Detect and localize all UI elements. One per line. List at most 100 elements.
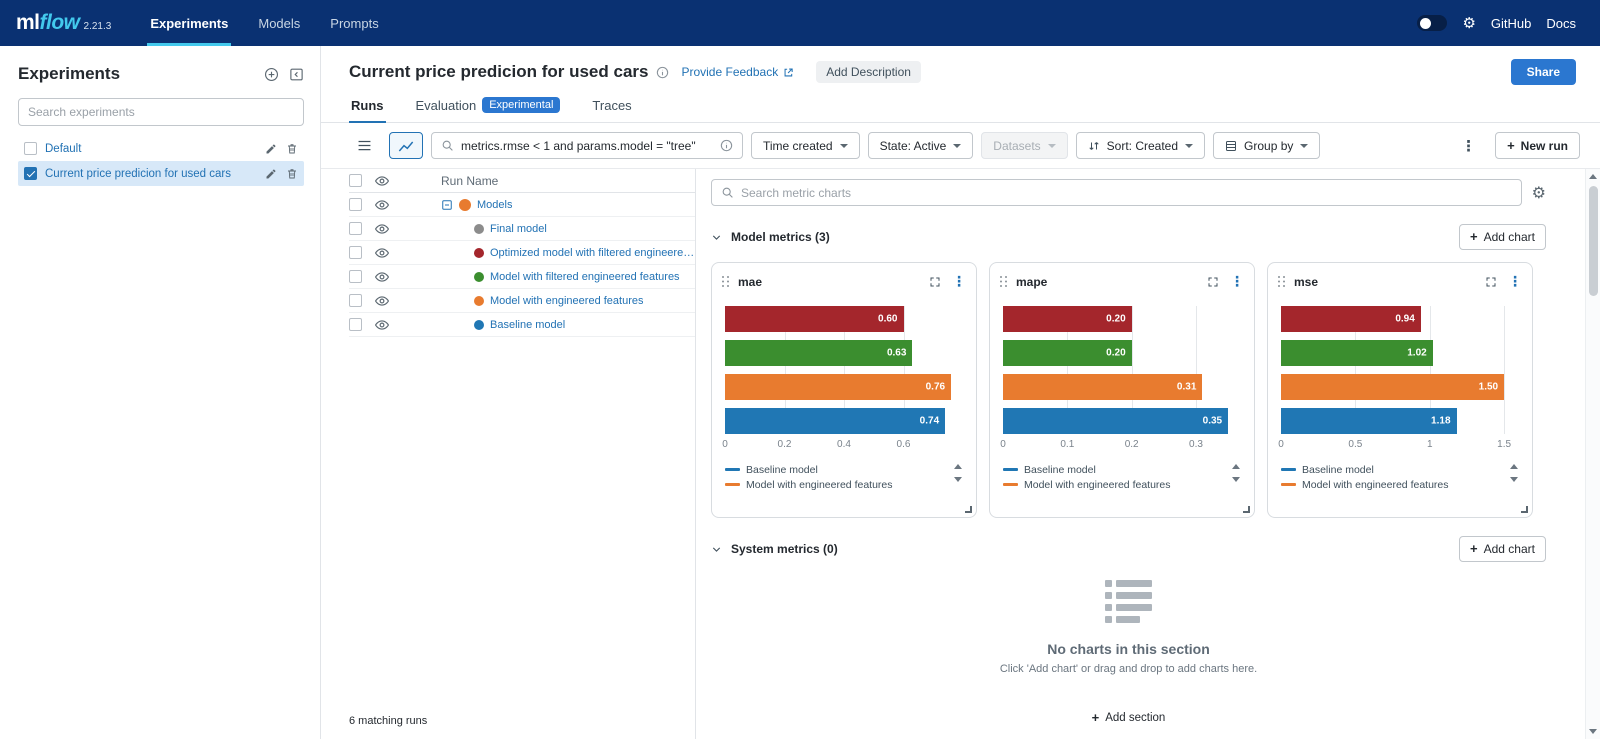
add-chart-button[interactable]: Add chart	[1459, 224, 1546, 250]
rename-experiment-icon[interactable]	[265, 143, 277, 155]
run-name-link[interactable]: Baseline model	[490, 319, 565, 331]
legend-item[interactable]: Model with engineered features	[725, 477, 947, 492]
legend-scroll-up-icon[interactable]	[1510, 464, 1518, 469]
visibility-eye-icon[interactable]	[375, 223, 389, 235]
run-name-link[interactable]: Models	[477, 199, 512, 211]
resize-handle[interactable]	[1243, 506, 1250, 513]
vertical-scrollbar[interactable]	[1585, 169, 1600, 739]
experiment-item-default[interactable]: Default	[18, 136, 304, 161]
fullscreen-icon[interactable]	[929, 276, 941, 288]
drag-handle-icon[interactable]	[1000, 276, 1008, 288]
scrollbar-thumb[interactable]	[1589, 186, 1598, 296]
section-title[interactable]: System metrics (0)	[731, 542, 838, 556]
metric-bar[interactable]: 0.31	[1003, 374, 1202, 400]
add-description-button[interactable]: Add Description	[816, 61, 921, 83]
fullscreen-icon[interactable]	[1485, 276, 1497, 288]
drag-handle-icon[interactable]	[722, 276, 730, 288]
legend-item[interactable]: Baseline model	[1281, 462, 1503, 477]
chart-search-input[interactable]	[741, 186, 1512, 200]
drag-handle-icon[interactable]	[1278, 276, 1286, 288]
visibility-eye-icon[interactable]	[375, 247, 389, 259]
tab-evaluation[interactable]: Evaluation Experimental	[414, 93, 563, 122]
scroll-down-arrow-icon[interactable]	[1589, 729, 1597, 734]
run-row[interactable]: Optimized model with filtered engineered…	[349, 241, 695, 265]
run-checkbox[interactable]	[349, 294, 362, 307]
chart-menu-icon[interactable]	[1230, 273, 1244, 290]
run-name-link[interactable]: Model with engineered features	[490, 295, 643, 307]
run-group-row-models[interactable]: Models	[349, 193, 695, 217]
legend-item[interactable]: Model with engineered features	[1281, 477, 1503, 492]
legend-scroll-down-icon[interactable]	[1232, 477, 1240, 482]
resize-handle[interactable]	[1521, 506, 1528, 513]
metric-bar[interactable]: 0.63	[725, 340, 912, 366]
scroll-up-arrow-icon[interactable]	[1589, 174, 1597, 179]
provide-feedback-link[interactable]: Provide Feedback	[681, 65, 794, 79]
metric-bar[interactable]: 0.76	[725, 374, 951, 400]
add-chart-button[interactable]: Add chart	[1459, 536, 1546, 562]
metric-bar[interactable]: 1.18	[1281, 408, 1457, 434]
toolbar-menu-icon[interactable]	[1458, 137, 1479, 155]
run-checkbox[interactable]	[349, 222, 362, 235]
run-checkbox[interactable]	[349, 198, 362, 211]
visibility-eye-icon[interactable]	[375, 319, 389, 331]
experiment-checkbox[interactable]	[24, 167, 37, 180]
fullscreen-icon[interactable]	[1207, 276, 1219, 288]
chart-menu-icon[interactable]	[952, 273, 966, 290]
run-row[interactable]: Model with filtered engineered features	[349, 265, 695, 289]
time-created-dropdown[interactable]: Time created	[751, 132, 860, 159]
datasets-dropdown[interactable]: Datasets	[981, 132, 1067, 159]
github-link[interactable]: GitHub	[1491, 16, 1531, 31]
chart-settings-gear-icon[interactable]	[1532, 183, 1546, 203]
nav-item-prompts[interactable]: Prompts	[315, 0, 393, 46]
info-icon[interactable]	[656, 66, 669, 79]
metric-bar[interactable]: 0.35	[1003, 408, 1228, 434]
visibility-eye-icon[interactable]	[375, 271, 389, 283]
legend-scroll-down-icon[interactable]	[1510, 477, 1518, 482]
share-button[interactable]: Share	[1511, 59, 1576, 85]
docs-link[interactable]: Docs	[1546, 16, 1576, 31]
experiment-search-input[interactable]	[18, 98, 304, 126]
legend-item[interactable]: Baseline model	[725, 462, 947, 477]
metric-bar[interactable]: 0.20	[1003, 340, 1132, 366]
theme-toggle[interactable]	[1417, 15, 1447, 31]
chart-menu-icon[interactable]	[1508, 273, 1522, 290]
add-section-button[interactable]: Add section	[1092, 701, 1166, 739]
section-title[interactable]: Model metrics (3)	[731, 230, 830, 244]
new-experiment-icon[interactable]	[264, 67, 279, 82]
delete-experiment-icon[interactable]	[286, 142, 298, 155]
run-name-link[interactable]: Final model	[490, 223, 547, 235]
collapse-group-icon[interactable]	[441, 199, 453, 211]
legend-scroll-up-icon[interactable]	[954, 464, 962, 469]
run-row[interactable]: Model with engineered features	[349, 289, 695, 313]
list-view-button[interactable]	[347, 132, 381, 159]
metric-bar[interactable]: 0.20	[1003, 306, 1132, 332]
legend-item[interactable]: Model with engineered features	[1003, 477, 1225, 492]
group-by-dropdown[interactable]: Group by	[1213, 132, 1320, 159]
mlflow-logo[interactable]: mlflow 2.21.3	[16, 11, 111, 35]
experiment-item-current[interactable]: Current price predicion for used cars	[18, 161, 304, 186]
tab-traces[interactable]: Traces	[590, 93, 633, 122]
legend-scroll-down-icon[interactable]	[954, 477, 962, 482]
legend-item[interactable]: Baseline model	[1003, 462, 1225, 477]
resize-handle[interactable]	[965, 506, 972, 513]
experiment-name-link[interactable]: Default	[45, 143, 257, 155]
metric-bar[interactable]: 1.50	[1281, 374, 1504, 400]
metric-bar[interactable]: 0.94	[1281, 306, 1421, 332]
nav-item-experiments[interactable]: Experiments	[135, 0, 243, 46]
metric-bar[interactable]: 0.74	[725, 408, 945, 434]
delete-experiment-icon[interactable]	[286, 167, 298, 180]
run-checkbox[interactable]	[349, 270, 362, 283]
run-row[interactable]: Baseline model	[349, 313, 695, 337]
rename-experiment-icon[interactable]	[265, 168, 277, 180]
chevron-down-icon[interactable]	[711, 232, 722, 243]
new-run-button[interactable]: New run	[1495, 132, 1580, 159]
metric-bar[interactable]: 0.60	[725, 306, 904, 332]
run-row[interactable]: Final model	[349, 217, 695, 241]
state-dropdown[interactable]: State: Active	[868, 132, 974, 159]
visibility-eye-icon[interactable]	[375, 199, 389, 211]
run-name-link[interactable]: Model with filtered engineered features	[490, 271, 680, 283]
collapse-panel-icon[interactable]	[289, 67, 304, 82]
run-checkbox[interactable]	[349, 246, 362, 259]
metric-bar[interactable]: 1.02	[1281, 340, 1433, 366]
settings-gear-icon[interactable]	[1462, 14, 1475, 32]
